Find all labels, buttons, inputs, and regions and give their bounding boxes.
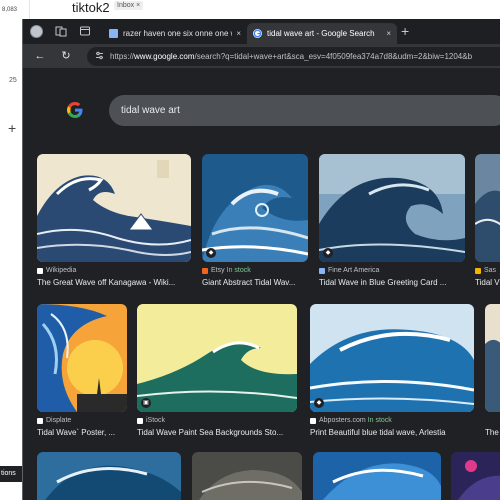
result-image[interactable] — [192, 452, 302, 500]
result-image[interactable]: ▣ — [137, 304, 297, 412]
result-image[interactable]: ◆ — [202, 154, 308, 262]
background-tooltip: tions — [0, 466, 22, 482]
result-image[interactable]: ◆ — [310, 304, 474, 412]
result-title[interactable]: The — [485, 428, 500, 437]
result-image[interactable]: ◆ — [319, 154, 465, 262]
result-title[interactable]: Tidal Wave in Blue Greeting Card ... — [319, 278, 465, 287]
source-favicon-icon — [475, 267, 481, 274]
result-title[interactable]: The Great Wave off Kanagawa - Wiki... — [37, 278, 191, 287]
result-image[interactable] — [37, 304, 127, 412]
background-plus-icon[interactable]: + — [8, 121, 16, 135]
google-favicon-icon — [253, 29, 262, 38]
stock-label: In stock — [226, 267, 251, 274]
site-info-icon[interactable] — [95, 51, 104, 62]
tab-label: tidal wave art - Google Search — [267, 29, 375, 38]
new-tab-icon[interactable]: + — [401, 24, 409, 38]
tab-strip: razer haven one six onne one wo × tidal … — [23, 19, 500, 44]
result-source: Etsy In stock — [202, 267, 251, 274]
result-source: iStock — [137, 417, 165, 424]
result-title[interactable]: Tidal V — [475, 278, 500, 287]
result-source: Displate — [37, 417, 71, 424]
tab-tidal-wave-art[interactable]: tidal wave art - Google Search × — [247, 23, 397, 44]
result-title[interactable]: Tidal Wave` Poster, ... — [37, 428, 127, 437]
reload-icon[interactable]: ↻ — [59, 49, 73, 63]
back-icon[interactable]: ← — [33, 49, 47, 63]
source-favicon-icon — [37, 417, 43, 424]
background-title: tiktok2 — [72, 0, 110, 15]
result-title[interactable]: Tidal Wave Paint Sea Backgrounds Sto... — [137, 428, 297, 437]
tab-close-icon[interactable]: × — [386, 29, 391, 38]
search-input[interactable]: tidal wave art — [109, 95, 500, 126]
result-image[interactable] — [451, 452, 500, 500]
search-query: tidal wave art — [121, 105, 180, 116]
url-path: /search?q=tidal+wave+art&sca_esv=4f0509f… — [194, 52, 473, 61]
google-results-page: tidal wave art Wikipedia The Great Wave … — [23, 68, 500, 500]
result-source: Wikipedia — [37, 267, 76, 274]
result-source: Sas — [475, 267, 496, 274]
google-logo-icon[interactable] — [66, 101, 84, 119]
image-icon: ▣ — [141, 398, 151, 408]
tab-search-icon[interactable] — [79, 25, 91, 37]
result-title[interactable]: Giant Abstract Tidal Wav... — [202, 278, 308, 287]
result-title[interactable]: Print Beautiful blue tidal wave, Arlesti… — [310, 428, 474, 437]
address-bar[interactable]: https://www.google.com/search?q=tidal+wa… — [87, 47, 500, 66]
tab-groups-icon[interactable] — [55, 25, 67, 37]
tag-icon: ◆ — [323, 248, 333, 258]
source-favicon-icon — [319, 267, 325, 274]
tab-razer-search[interactable]: razer haven one six onne one wo × — [103, 23, 247, 44]
tab-favicon-icon — [109, 29, 118, 38]
browser-toolbar: ← ↻ https://www.google.com/search?q=tida… — [23, 44, 500, 68]
inbox-badge: Inbox × — [114, 1, 144, 10]
source-favicon-icon — [310, 417, 316, 424]
result-image[interactable] — [37, 154, 191, 262]
source-favicon-icon — [202, 267, 208, 274]
result-image[interactable] — [313, 452, 441, 500]
stock-label: In stock — [367, 417, 392, 424]
tab-label: razer haven one six onne one wo — [123, 29, 233, 38]
background-count: 8,083 — [2, 7, 18, 13]
result-image[interactable] — [485, 304, 500, 412]
result-image[interactable] — [475, 154, 500, 262]
result-source: Abposters.com In stock — [310, 417, 392, 424]
browser-window: razer haven one six onne one wo × tidal … — [22, 19, 500, 500]
background-number: 25 — [9, 77, 17, 84]
result-source: Fine Art America — [319, 267, 379, 274]
source-favicon-icon — [137, 417, 143, 424]
url-scheme: https:// — [110, 52, 135, 61]
profile-avatar[interactable] — [30, 25, 43, 38]
tab-close-icon[interactable]: × — [236, 29, 241, 38]
tag-icon: ◆ — [314, 398, 324, 408]
tag-icon: ◆ — [206, 248, 216, 258]
url-host: www.google.com — [134, 52, 195, 61]
result-image[interactable] — [37, 452, 181, 500]
source-favicon-icon — [37, 267, 43, 274]
